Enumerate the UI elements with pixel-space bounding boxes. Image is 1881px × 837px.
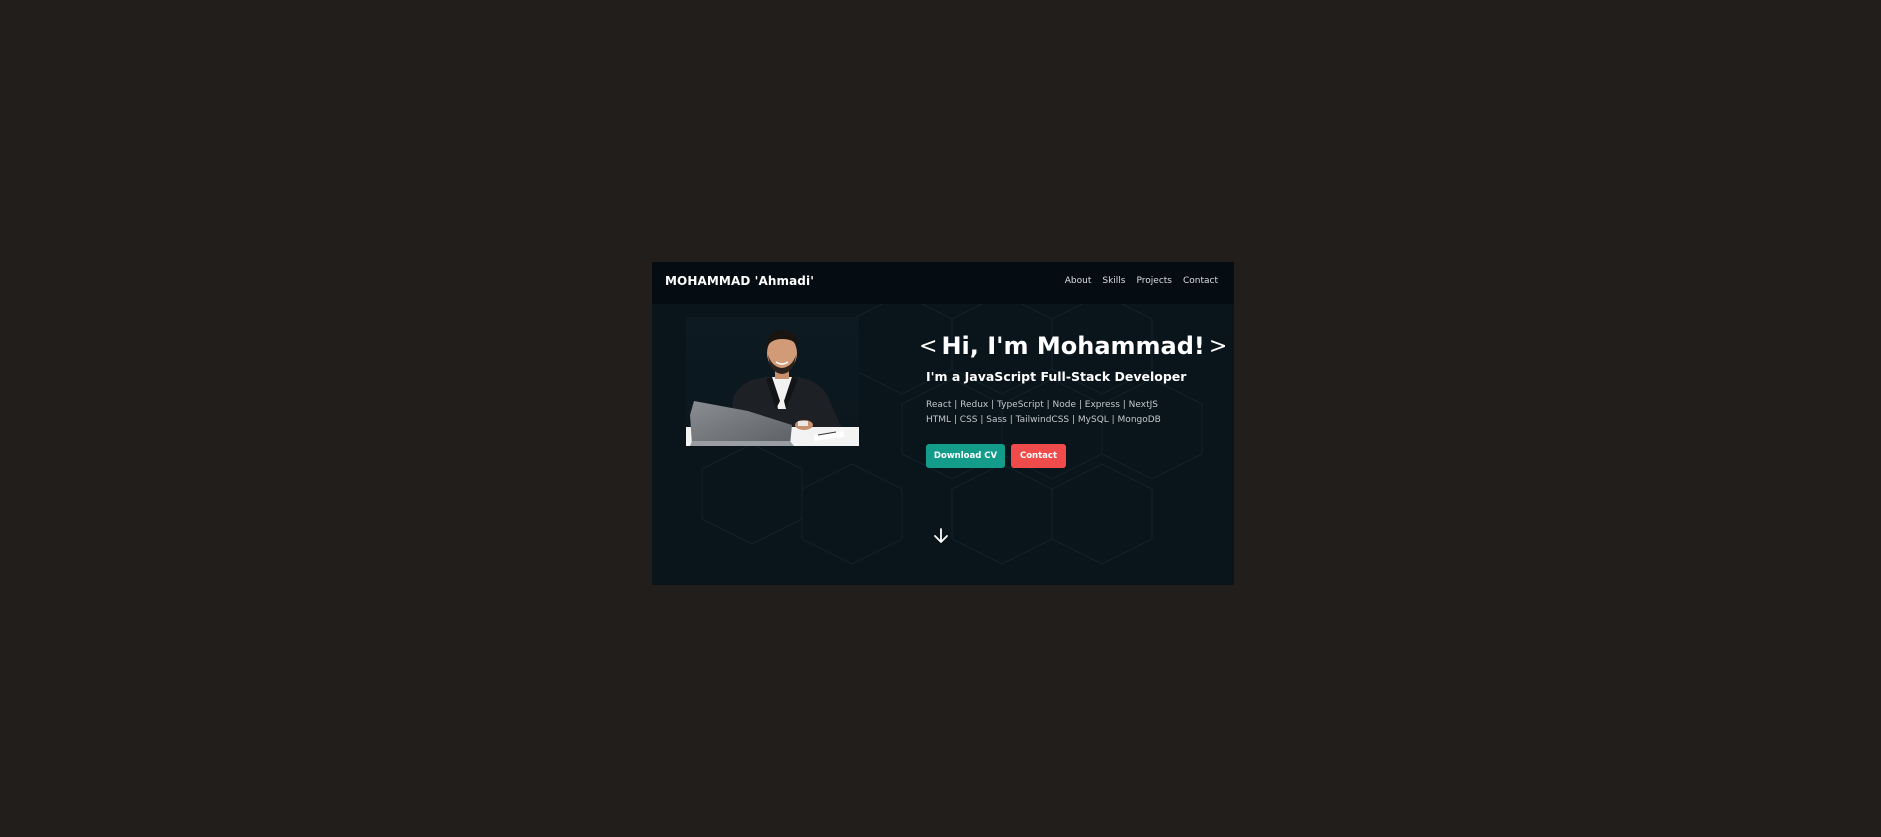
bracket-left: < [919,333,938,359]
site-logo[interactable]: MOHAMMAD 'Ahmadi' [665,274,814,288]
nav-about[interactable]: About [1065,276,1092,286]
nav-links: About Skills Projects Contact [1065,276,1218,286]
download-cv-button[interactable]: Download CV [926,444,1005,468]
portfolio-page: MOHAMMAD 'Ahmadi' About Skills Projects … [652,262,1234,585]
headline-text: Hi, I'm Mohammad! [941,332,1205,360]
nav-skills[interactable]: Skills [1102,276,1125,286]
bracket-right: > [1208,333,1228,359]
profile-photo [686,317,859,446]
nav-projects[interactable]: Projects [1137,276,1172,286]
nav-contact[interactable]: Contact [1183,276,1218,286]
navbar: MOHAMMAD 'Ahmadi' About Skills Projects … [652,262,1234,304]
tech-stack-line-2: HTML | CSS | Sass | TailwindCSS | MySQL … [926,415,1161,425]
contact-button[interactable]: Contact [1011,444,1066,468]
arrow-down-icon[interactable] [932,527,950,545]
hero-subtitle: I'm a JavaScript Full-Stack Developer [926,369,1187,384]
tech-stack-line-1: React | Redux | TypeScript | Node | Expr… [926,400,1159,410]
hero-headline: < Hi, I'm Mohammad! > [919,332,1227,360]
